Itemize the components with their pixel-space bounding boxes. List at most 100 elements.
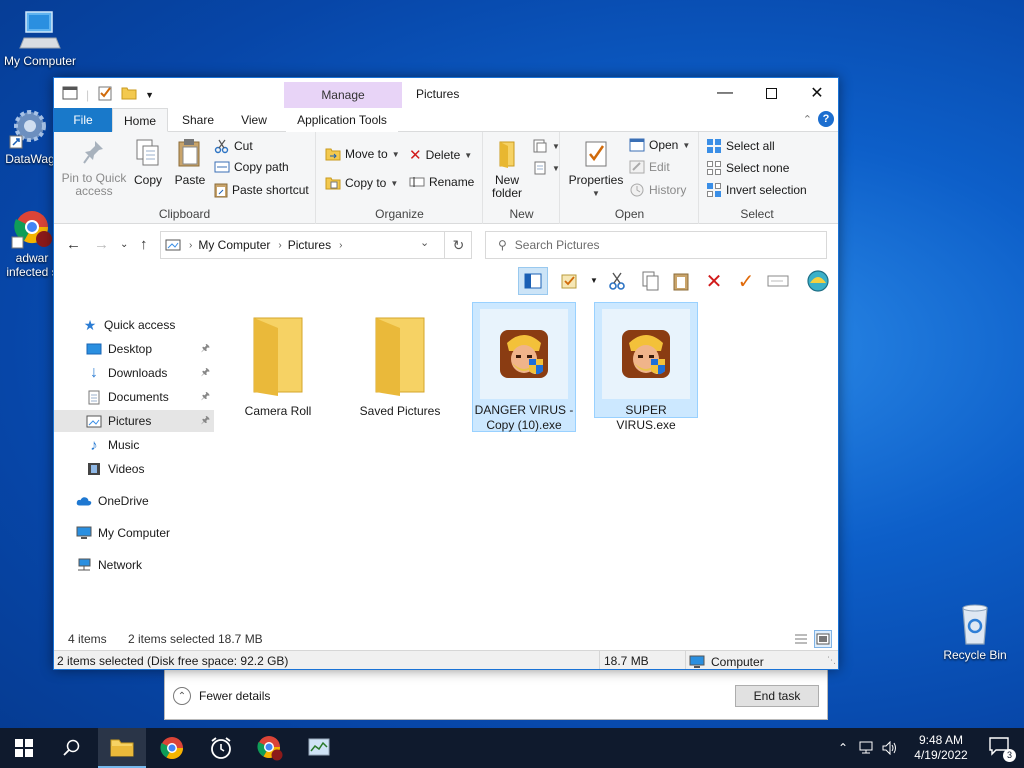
fewer-details-toggle[interactable]: ⌃ Fewer details <box>173 687 270 705</box>
close-button[interactable]: ✕ <box>794 78 838 108</box>
copy-to-label: Copy to <box>345 176 387 190</box>
nav-music[interactable]: ♪ Music <box>54 434 214 456</box>
action-center-button[interactable]: 3 <box>988 736 1016 762</box>
file-item-danger-virus[interactable]: DANGER VIRUS - Copy (10).exe <box>472 302 576 432</box>
delete-button[interactable]: ✕ Delete ▼ <box>409 146 472 164</box>
checkmark-tool-button[interactable]: ✓ <box>731 267 761 295</box>
cut-button[interactable]: Cut <box>214 138 253 154</box>
desktop-icon-my-computer[interactable]: My Computer <box>2 8 78 68</box>
rename-tool-button[interactable] <box>763 267 793 295</box>
music-note-icon: ♪ <box>90 436 98 454</box>
resize-grip-icon[interactable]: ⋱ <box>827 655 836 666</box>
new-item-button[interactable]: ▼ <box>532 138 560 154</box>
edit-button[interactable]: Edit <box>629 160 670 174</box>
end-task-button[interactable]: End task <box>735 685 819 707</box>
status-row: 4 items 2 items selected 18.7 MB <box>54 630 838 648</box>
forward-arrow-icon[interactable]: → <box>94 236 109 253</box>
properties-label: Properties <box>568 173 624 187</box>
preview-pane-button[interactable] <box>518 267 548 295</box>
history-button[interactable]: History <box>629 182 686 198</box>
properties-qat-icon[interactable] <box>97 85 113 104</box>
volume-icon[interactable] <box>882 741 898 755</box>
taskbar-file-explorer[interactable] <box>98 728 146 768</box>
breadcrumb-pictures[interactable]: Pictures <box>288 238 331 252</box>
paste-tool-button[interactable] <box>666 267 696 295</box>
breadcrumb-my-computer[interactable]: My Computer <box>198 238 270 252</box>
new-folder-button[interactable]: New folder <box>488 138 526 200</box>
maximize-button[interactable] <box>748 78 794 108</box>
pin-to-quick-access-button[interactable]: Pin to Quick access <box>58 138 130 198</box>
clock[interactable]: 9:48 AM 4/19/2022 <box>906 733 976 763</box>
start-button[interactable] <box>0 728 48 768</box>
chevron-up-icon[interactable]: ⌃ <box>803 113 812 126</box>
nav-quick-access[interactable]: ★ Quick access <box>54 314 214 336</box>
rename-button[interactable]: Rename <box>409 175 474 189</box>
pin-icon: 🖈 <box>200 342 210 354</box>
cut-tool-button[interactable] <box>602 267 632 295</box>
tab-application-tools[interactable]: Application Tools <box>286 108 398 132</box>
easy-access-button[interactable]: ▼ <box>532 160 560 176</box>
folder-icon <box>356 310 444 400</box>
tab-view[interactable]: View <box>230 108 278 132</box>
up-arrow-icon[interactable]: ↑ <box>140 236 148 253</box>
paste-button[interactable]: Paste <box>172 138 208 187</box>
search-button[interactable] <box>48 728 96 768</box>
taskbar-chrome-profile[interactable] <box>246 728 294 768</box>
desktop-icon-recycle-bin[interactable]: Recycle Bin <box>937 602 1013 662</box>
toolbar-separator: | <box>86 87 90 102</box>
back-arrow-icon[interactable]: ← <box>66 236 81 253</box>
minimize-button[interactable]: — <box>702 78 748 108</box>
copy-to-button[interactable]: Copy to ▼ <box>325 175 398 191</box>
customize-qat-icon[interactable]: ▼ <box>145 90 154 100</box>
dropdown-arrow-icon[interactable]: ▼ <box>590 276 598 285</box>
copy-icon <box>132 138 164 171</box>
properties-tool-button[interactable] <box>556 267 586 295</box>
shell-icon <box>807 270 829 292</box>
window-menu-icon[interactable] <box>62 86 78 103</box>
search-box[interactable]: ⚲ Search Pictures <box>485 231 827 259</box>
recycle-bin-icon <box>953 602 997 646</box>
nav-pictures[interactable]: Pictures 🖈 <box>54 410 214 432</box>
delete-tool-button[interactable]: ✕ <box>699 267 729 295</box>
open-button[interactable]: Open ▼ <box>629 138 690 152</box>
nav-my-computer[interactable]: My Computer <box>54 522 214 544</box>
shell-tool-button[interactable] <box>803 267 833 295</box>
nav-documents[interactable]: Documents 🖈 <box>54 386 214 408</box>
nav-downloads[interactable]: ↓ Downloads 🖈 <box>54 362 214 384</box>
group-label-open: Open <box>614 207 645 221</box>
nav-label: Downloads <box>108 366 168 380</box>
group-label-organize: Organize <box>375 207 424 221</box>
copy-tool-button[interactable] <box>636 267 666 295</box>
tab-home[interactable]: Home <box>112 108 168 132</box>
details-view-button[interactable] <box>792 630 810 648</box>
large-icons-view-button[interactable] <box>814 630 832 648</box>
nav-desktop[interactable]: Desktop 🖈 <box>54 338 214 360</box>
paste-shortcut-button[interactable]: Paste shortcut <box>214 182 309 198</box>
recent-locations-icon[interactable]: ⌄ <box>120 239 128 250</box>
taskbar-chrome[interactable] <box>148 728 196 768</box>
copy-button[interactable]: Copy <box>132 138 164 187</box>
new-folder-qat-icon[interactable] <box>121 85 137 104</box>
file-item-super-virus[interactable]: SUPER VIRUS.exe <box>594 302 698 432</box>
tab-share[interactable]: Share <box>174 108 222 132</box>
nav-onedrive[interactable]: OneDrive <box>54 490 214 512</box>
tab-file[interactable]: File <box>54 108 112 132</box>
nav-videos[interactable]: Videos <box>54 458 214 480</box>
taskbar-clock-app[interactable] <box>197 728 245 768</box>
select-all-button[interactable]: Select all <box>706 138 775 154</box>
invert-selection-button[interactable]: Invert selection <box>706 182 807 198</box>
file-item-saved-pictures[interactable]: Saved Pictures <box>348 304 452 419</box>
select-none-button[interactable]: Select none <box>706 160 789 176</box>
copy-path-button[interactable]: Copy path <box>214 160 289 174</box>
file-item-camera-roll[interactable]: Camera Roll <box>226 304 330 419</box>
show-hidden-icons-icon[interactable]: ⌃ <box>838 741 848 755</box>
nav-network[interactable]: Network <box>54 554 214 576</box>
network-tray-icon[interactable] <box>858 741 874 755</box>
taskbar-task-manager[interactable] <box>295 728 343 768</box>
tab-manage[interactable]: Manage <box>284 82 402 108</box>
properties-button[interactable]: Properties ▼ <box>567 138 625 200</box>
address-dropdown-icon[interactable]: ⌄ <box>420 236 429 249</box>
refresh-button[interactable]: ↻ <box>444 231 472 259</box>
move-to-button[interactable]: Move to ▼ <box>325 146 400 162</box>
help-icon[interactable]: ? <box>818 111 834 127</box>
